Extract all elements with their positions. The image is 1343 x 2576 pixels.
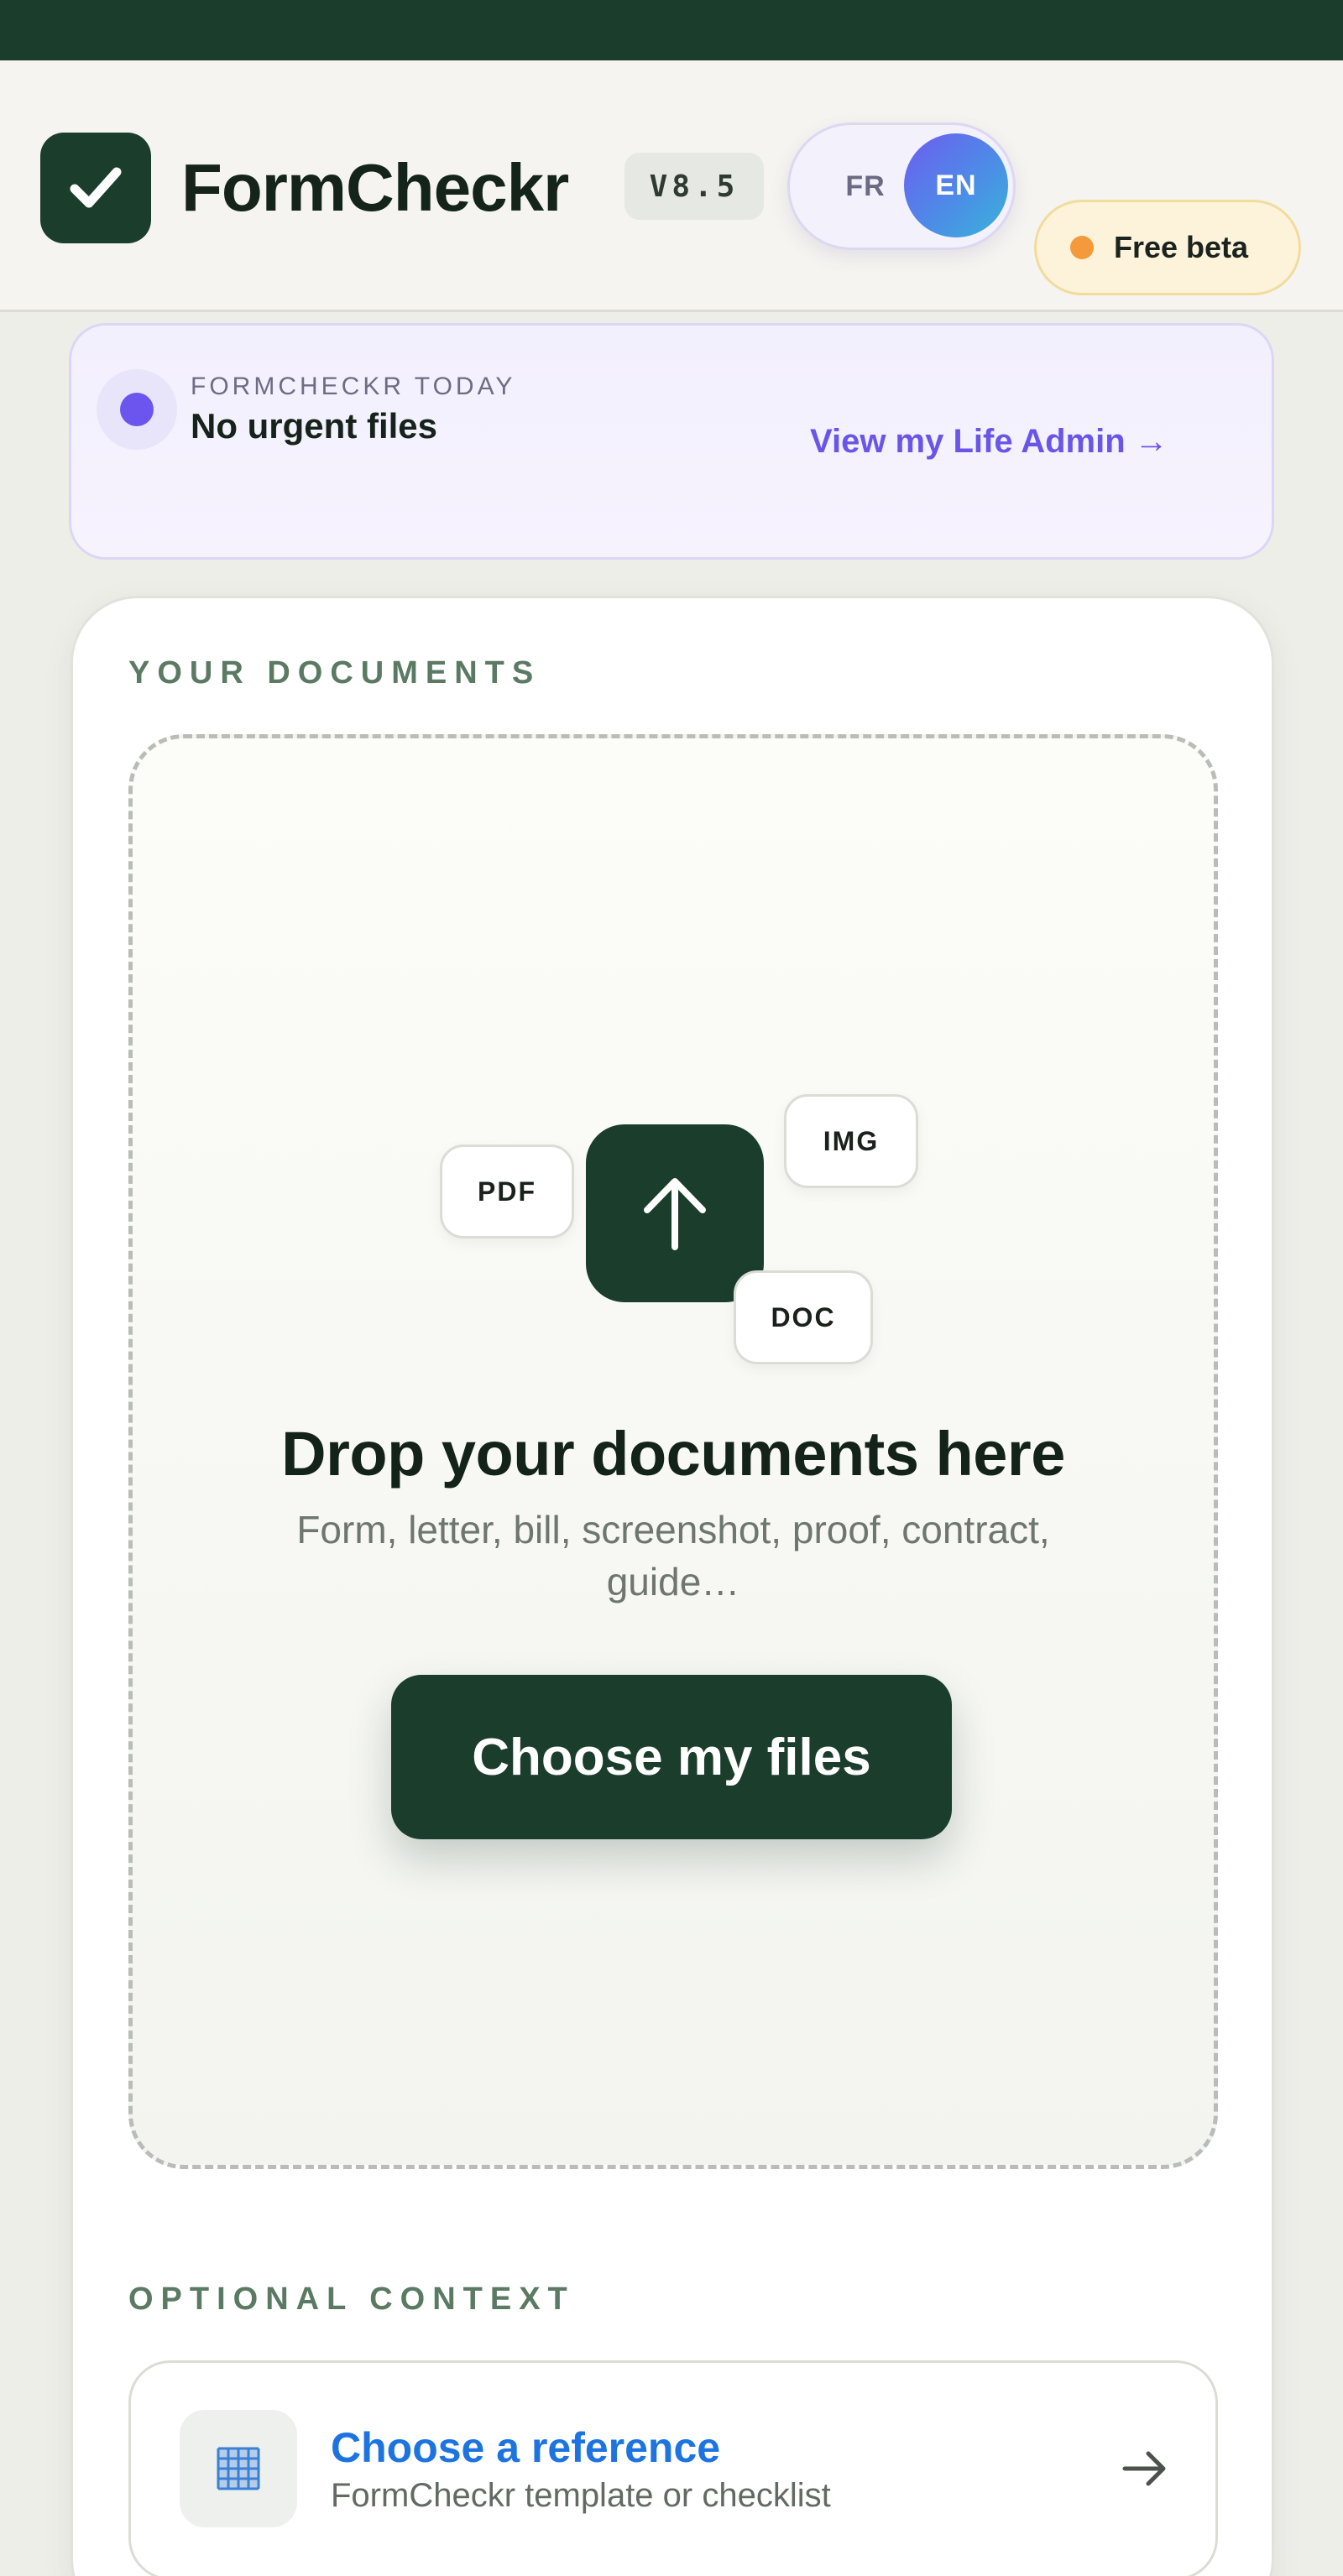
top-bar xyxy=(0,0,1343,60)
documents-section-label: YOUR DOCUMENTS xyxy=(128,655,541,691)
brand-name: FormCheckr xyxy=(181,150,569,225)
choose-reference-row[interactable]: Choose a reference FormCheckr template o… xyxy=(128,2360,1218,2576)
drop-subtitle: Form, letter, bill, screenshot, proof, c… xyxy=(296,1508,1050,1603)
today-banner: FORMCHECKR TODAY No urgent files View my… xyxy=(69,323,1274,560)
today-kicker: FORMCHECKR TODAY xyxy=(191,373,516,400)
free-beta-badge: Free beta xyxy=(1034,200,1301,295)
doc-chip: DOC xyxy=(734,1270,873,1364)
language-option-fr[interactable]: FR xyxy=(823,125,907,248)
life-admin-link[interactable]: View my Life Admin → xyxy=(810,423,1168,461)
today-title: No urgent files xyxy=(191,406,438,446)
version-badge: V8.5 xyxy=(624,153,764,220)
arrow-up-icon xyxy=(644,1178,706,1250)
status-dot-icon xyxy=(1070,236,1094,259)
context-section-label: OPTIONAL CONTEXT xyxy=(128,2281,575,2317)
pdf-chip: PDF xyxy=(440,1145,574,1238)
checkmark-logo-icon[interactable] xyxy=(40,133,151,243)
drop-title: Drop your documents here xyxy=(281,1419,1065,1489)
file-dropzone[interactable]: PDF IMG DOC Drop your documents here For… xyxy=(128,734,1218,2169)
grid-icon xyxy=(180,2410,297,2527)
documents-card: YOUR DOCUMENTS PDF IMG DOC Drop your doc… xyxy=(71,596,1274,2576)
arrow-right-icon xyxy=(1122,2451,1166,2486)
upload-icon xyxy=(586,1124,764,1302)
reference-title: Choose a reference xyxy=(331,2424,721,2471)
img-chip: IMG xyxy=(784,1094,918,1188)
reference-subtitle: FormCheckr template or checklist xyxy=(331,2477,831,2514)
check-icon xyxy=(70,167,122,208)
app-header: FormCheckr V8.5 FR EN Free beta xyxy=(0,60,1343,312)
today-status-icon xyxy=(97,369,177,450)
language-option-en[interactable]: EN xyxy=(904,133,1008,237)
beta-label: Free beta xyxy=(1114,230,1249,264)
language-switch[interactable]: FR EN xyxy=(787,123,1016,250)
choose-files-button[interactable]: Choose my files xyxy=(391,1675,952,1839)
